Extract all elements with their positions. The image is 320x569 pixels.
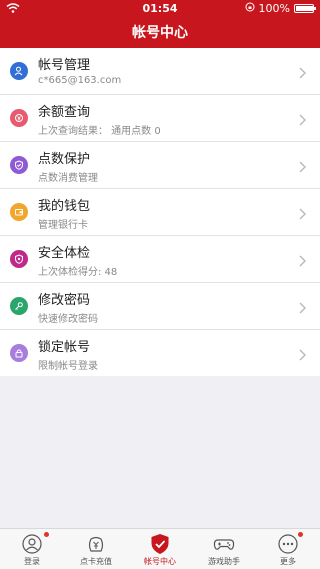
more-icon	[277, 533, 299, 555]
user-icon	[10, 62, 28, 80]
recharge-icon	[85, 533, 107, 555]
menu-item-title: 修改密码	[38, 293, 91, 308]
tab-more[interactable]: 更多	[256, 529, 320, 569]
shield-check-icon	[10, 156, 28, 174]
lock-icon	[10, 344, 28, 362]
orientation-lock-icon	[245, 2, 255, 15]
chevron-right-icon	[299, 252, 306, 271]
tab-bar: 登录 点卡充值 帐号中心 游戏助手 更多	[0, 528, 320, 569]
chevron-right-icon	[299, 64, 306, 83]
top-bar: 01:54 100% 帐号中心	[0, 0, 320, 48]
login-icon	[21, 533, 43, 555]
tab-recharge[interactable]: 点卡充值	[64, 529, 128, 569]
battery-percent: 100%	[258, 2, 290, 15]
chevron-right-icon	[299, 111, 306, 130]
tab-label: 游戏助手	[208, 557, 240, 566]
menu-item-subtitle: 管理银行卡	[38, 220, 88, 231]
security-check-icon	[10, 250, 28, 268]
status-bar: 01:54 100%	[0, 0, 320, 18]
tab-label: 帐号中心	[144, 557, 176, 566]
menu-list: 帐号管理 c*665@163.com 余额查询 上次查询结果： 通用点数 0 点…	[0, 48, 320, 376]
menu-item-title: 帐号管理	[38, 58, 91, 73]
menu-item-my-wallet[interactable]: 我的钱包 管理银行卡	[0, 189, 320, 236]
menu-item-title: 余额查询	[38, 105, 91, 120]
menu-item-security-check[interactable]: 安全体检 上次体检得分: 48	[0, 236, 320, 283]
menu-item-title: 点数保护	[38, 152, 91, 167]
tab-label: 点卡充值	[80, 557, 112, 566]
menu-item-balance-query[interactable]: 余额查询 上次查询结果： 通用点数 0	[0, 95, 320, 142]
menu-item-lock-account[interactable]: 锁定帐号 限制帐号登录	[0, 330, 320, 376]
tab-label: 登录	[24, 557, 40, 566]
chevron-right-icon	[299, 346, 306, 365]
notification-badge	[44, 532, 49, 537]
tab-game-assistant[interactable]: 游戏助手	[192, 529, 256, 569]
account-center-icon	[149, 533, 171, 555]
chevron-right-icon	[299, 158, 306, 177]
tab-account-center[interactable]: 帐号中心	[128, 529, 192, 569]
menu-item-account-manage[interactable]: 帐号管理 c*665@163.com	[0, 48, 320, 95]
chevron-right-icon	[299, 205, 306, 224]
menu-item-points-protection[interactable]: 点数保护 点数消费管理	[0, 142, 320, 189]
key-icon	[10, 297, 28, 315]
menu-item-subtitle: 点数消费管理	[38, 173, 98, 184]
battery-icon	[294, 4, 316, 13]
menu-item-subtitle: 上次查询结果： 通用点数 0	[38, 126, 161, 137]
page-title: 帐号中心	[132, 25, 188, 41]
menu-item-subtitle: 上次体检得分: 48	[38, 267, 118, 278]
tab-login[interactable]: 登录	[0, 529, 64, 569]
chevron-right-icon	[299, 299, 306, 318]
menu-item-subtitle: 快速修改密码	[38, 314, 98, 325]
menu-item-subtitle: c*665@163.com	[38, 75, 122, 86]
tab-label: 更多	[280, 557, 296, 566]
wallet-icon	[10, 203, 28, 221]
menu-item-change-password[interactable]: 修改密码 快速修改密码	[0, 283, 320, 330]
menu-item-title: 安全体检	[38, 246, 91, 261]
gamepad-icon	[213, 533, 235, 555]
menu-item-title: 锁定帐号	[38, 340, 91, 355]
menu-item-subtitle: 限制帐号登录	[38, 361, 98, 372]
notification-badge	[298, 532, 303, 537]
balance-icon	[10, 109, 28, 127]
menu-item-title: 我的钱包	[38, 199, 91, 214]
